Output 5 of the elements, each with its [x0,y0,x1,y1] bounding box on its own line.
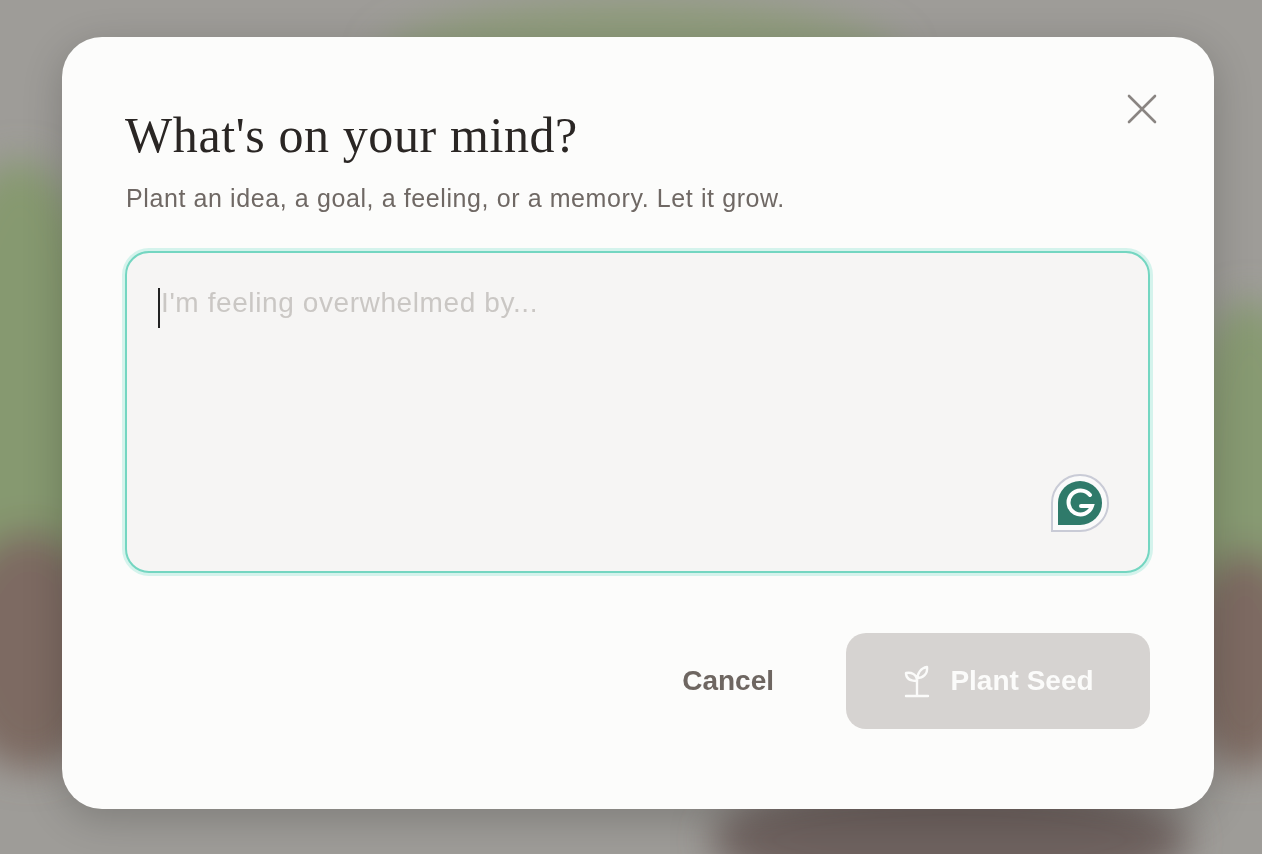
dialog-title: What's on your mind? [125,106,578,165]
text-cursor [158,288,160,328]
cancel-button[interactable]: Cancel [682,657,774,705]
close-button[interactable] [1127,94,1157,124]
dialog-subtitle: Plant an idea, a goal, a feeling, or a memory. Let it grow. [126,183,786,213]
